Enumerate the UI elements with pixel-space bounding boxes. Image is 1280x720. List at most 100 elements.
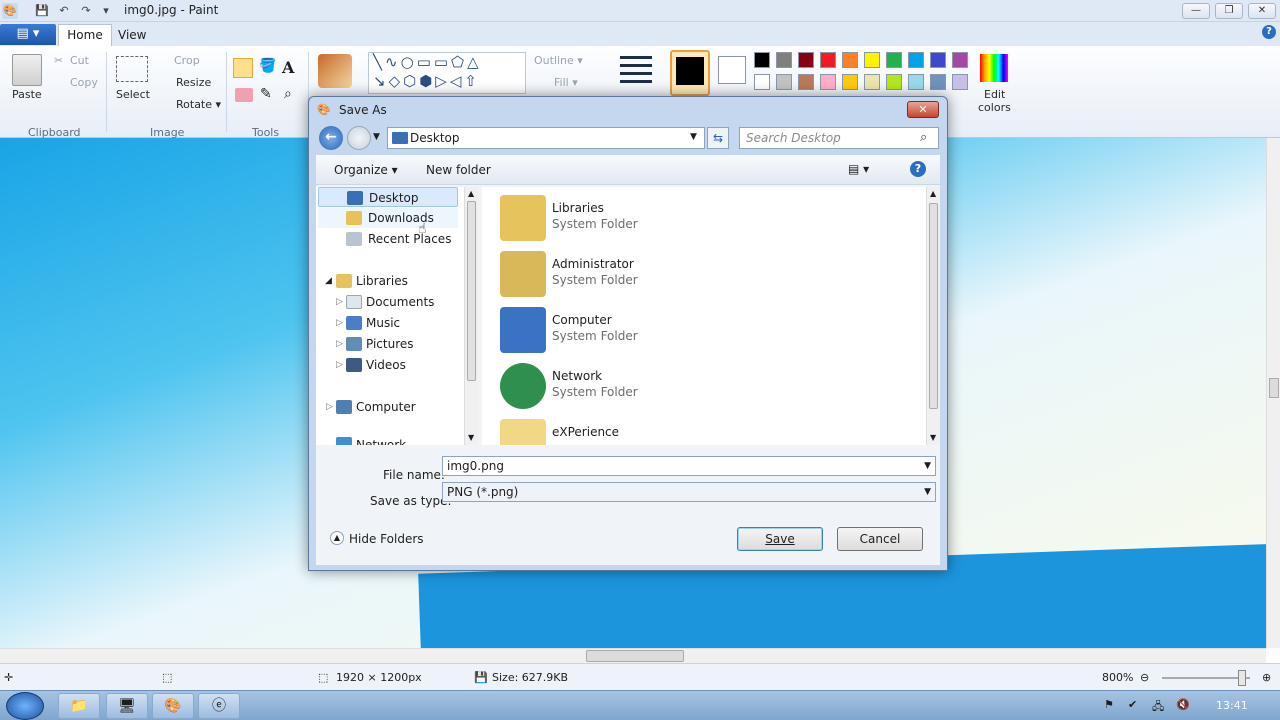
clipboard-icon[interactable] [12, 54, 42, 86]
nav-item-documents[interactable]: ▷ Documents [316, 292, 456, 312]
palette-color-swatch[interactable] [776, 74, 792, 90]
shapes-gallery[interactable]: ╲∿○▭▭⬠△ ↘◇⬡⬢▷◁⇧ [368, 52, 526, 94]
scroll-up-icon[interactable]: ▲ [468, 189, 474, 198]
palette-color-swatch[interactable] [820, 74, 836, 90]
file-menu-button[interactable]: ▤ ▾ [0, 24, 56, 45]
canvas-horizontal-scrollbar[interactable] [0, 648, 1266, 663]
palette-color-swatch[interactable] [754, 52, 770, 68]
pencil-icon[interactable] [233, 58, 253, 78]
palette-color-swatch[interactable] [842, 52, 858, 68]
navigation-scrollbar[interactable]: ▲ ▼ [464, 187, 478, 445]
tray-flag-icon[interactable]: ⚑ [1104, 698, 1114, 711]
palette-color-swatch[interactable] [908, 52, 924, 68]
search-icon[interactable]: ⌕ [920, 130, 927, 145]
magnifier-icon[interactable]: ⌕ [284, 86, 292, 102]
refresh-icon[interactable]: ⇆ [707, 127, 729, 149]
crop-button[interactable]: Crop [174, 54, 200, 67]
zoom-slider[interactable] [1162, 677, 1250, 679]
rotate-button[interactable]: Rotate ▾ [176, 98, 221, 111]
new-folder-button[interactable]: New folder [426, 163, 491, 177]
help-icon[interactable]: ? [910, 161, 926, 177]
palette-color-swatch[interactable] [776, 52, 792, 68]
nav-item-downloads[interactable]: Downloads [318, 208, 458, 228]
fill-button[interactable]: Fill ▾ [554, 76, 578, 89]
color-2-button[interactable] [718, 56, 746, 84]
scroll-thumb[interactable] [1269, 378, 1279, 398]
tray-network-icon[interactable]: 🖧 [1152, 698, 1164, 717]
select-rectangle-icon[interactable] [116, 56, 148, 82]
color-picker-icon[interactable]: ✎ [260, 86, 272, 102]
scroll-thumb[interactable] [467, 201, 476, 381]
edit-colors-label-2[interactable]: colors [978, 101, 1011, 114]
redo-icon[interactable]: ↷ [78, 3, 94, 19]
save-button[interactable]: Save [737, 527, 823, 551]
eraser-icon[interactable] [235, 88, 253, 102]
paint-taskbar-icon[interactable]: 🎨 [152, 693, 194, 719]
palette-color-swatch[interactable] [754, 74, 770, 90]
save-as-type-dropdown-icon[interactable]: ▼ [924, 483, 931, 501]
palette-color-swatch[interactable] [886, 74, 902, 90]
zoom-out-icon[interactable]: ⊖ [1140, 671, 1149, 684]
palette-color-swatch[interactable] [952, 52, 968, 68]
scroll-thumb[interactable] [586, 650, 684, 662]
back-arrow-icon[interactable]: ← [319, 126, 343, 150]
close-window-button[interactable]: ✕ [1248, 3, 1276, 19]
palette-color-swatch[interactable] [930, 52, 946, 68]
palette-color-swatch[interactable] [820, 52, 836, 68]
cancel-button[interactable]: Cancel [837, 527, 923, 551]
paste-button[interactable]: Paste [12, 88, 42, 101]
scroll-up-icon[interactable]: ▲ [930, 189, 936, 198]
explorer-taskbar-icon[interactable]: 📁 [58, 693, 100, 719]
organize-button[interactable]: Organize ▾ [334, 163, 398, 177]
collapsed-arrow-icon[interactable]: ▷ [336, 355, 343, 375]
address-bar[interactable]: Desktop ▼ [387, 127, 705, 149]
collapsed-arrow-icon[interactable]: ▷ [336, 292, 343, 312]
scroll-down-icon[interactable]: ▼ [930, 433, 936, 442]
nav-item-libraries[interactable]: ◢ Libraries [316, 271, 456, 291]
save-icon[interactable]: 💾 [34, 3, 50, 19]
edit-colors-label-1[interactable]: Edit [984, 88, 1005, 101]
nav-item-computer[interactable]: ▷ Computer [316, 397, 456, 417]
text-tool-icon[interactable]: A [282, 58, 302, 78]
minimize-button[interactable]: — [1182, 3, 1210, 19]
collapsed-arrow-icon[interactable]: ▷ [326, 397, 333, 417]
remote-desktop-taskbar-icon[interactable]: 🖥 [106, 693, 148, 719]
palette-color-swatch[interactable] [864, 74, 880, 90]
collapsed-arrow-icon[interactable]: ▷ [336, 334, 343, 354]
address-text[interactable]: Desktop [410, 131, 460, 145]
brushes-icon[interactable] [318, 54, 352, 88]
list-item-computer[interactable]: Computer System Folder [500, 305, 900, 357]
hide-folders-icon[interactable]: ▲ [330, 531, 344, 545]
canvas-vertical-scrollbar[interactable] [1266, 138, 1280, 648]
collapsed-arrow-icon[interactable]: ▷ [336, 313, 343, 333]
palette-color-swatch[interactable] [864, 52, 880, 68]
fill-bucket-icon[interactable]: 🪣 [258, 58, 278, 78]
expanded-arrow-icon[interactable]: ◢ [325, 271, 332, 291]
dialog-close-button[interactable]: ✕ [907, 101, 939, 118]
save-as-type-select[interactable]: PNG (*.png) ▼ [442, 482, 936, 502]
palette-color-swatch[interactable] [930, 74, 946, 90]
address-dropdown-icon[interactable]: ▼ [690, 132, 697, 142]
palette-color-swatch[interactable] [952, 74, 968, 90]
undo-icon[interactable]: ↶ [56, 3, 72, 19]
scroll-thumb[interactable] [929, 203, 938, 409]
color-1-button[interactable] [670, 50, 710, 96]
file-list[interactable]: Libraries System Folder Administrator Sy… [482, 187, 928, 445]
search-placeholder[interactable]: Search Desktop [746, 131, 841, 145]
nav-item-network[interactable]: Network [316, 427, 456, 445]
nav-item-desktop[interactable]: Desktop [318, 187, 458, 207]
clock[interactable]: 13:41 [1216, 699, 1248, 712]
resize-button[interactable]: Resize [176, 76, 211, 89]
change-view-icon[interactable]: ▤ ▾ [848, 162, 869, 176]
tab-view[interactable]: View [118, 28, 146, 42]
tab-home[interactable]: Home [58, 24, 112, 46]
edit-colors-icon[interactable] [980, 54, 1008, 82]
palette-color-swatch[interactable] [886, 52, 902, 68]
file-name-dropdown-icon[interactable]: ▼ [924, 457, 931, 475]
size-icon[interactable] [620, 56, 652, 84]
list-item-experience[interactable]: eXPerience [500, 417, 900, 445]
tray-volume-icon[interactable]: 🔇 [1176, 698, 1190, 711]
help-icon[interactable]: ? [1262, 25, 1276, 39]
palette-color-swatch[interactable] [798, 52, 814, 68]
copy-button[interactable]: Copy [70, 76, 98, 89]
